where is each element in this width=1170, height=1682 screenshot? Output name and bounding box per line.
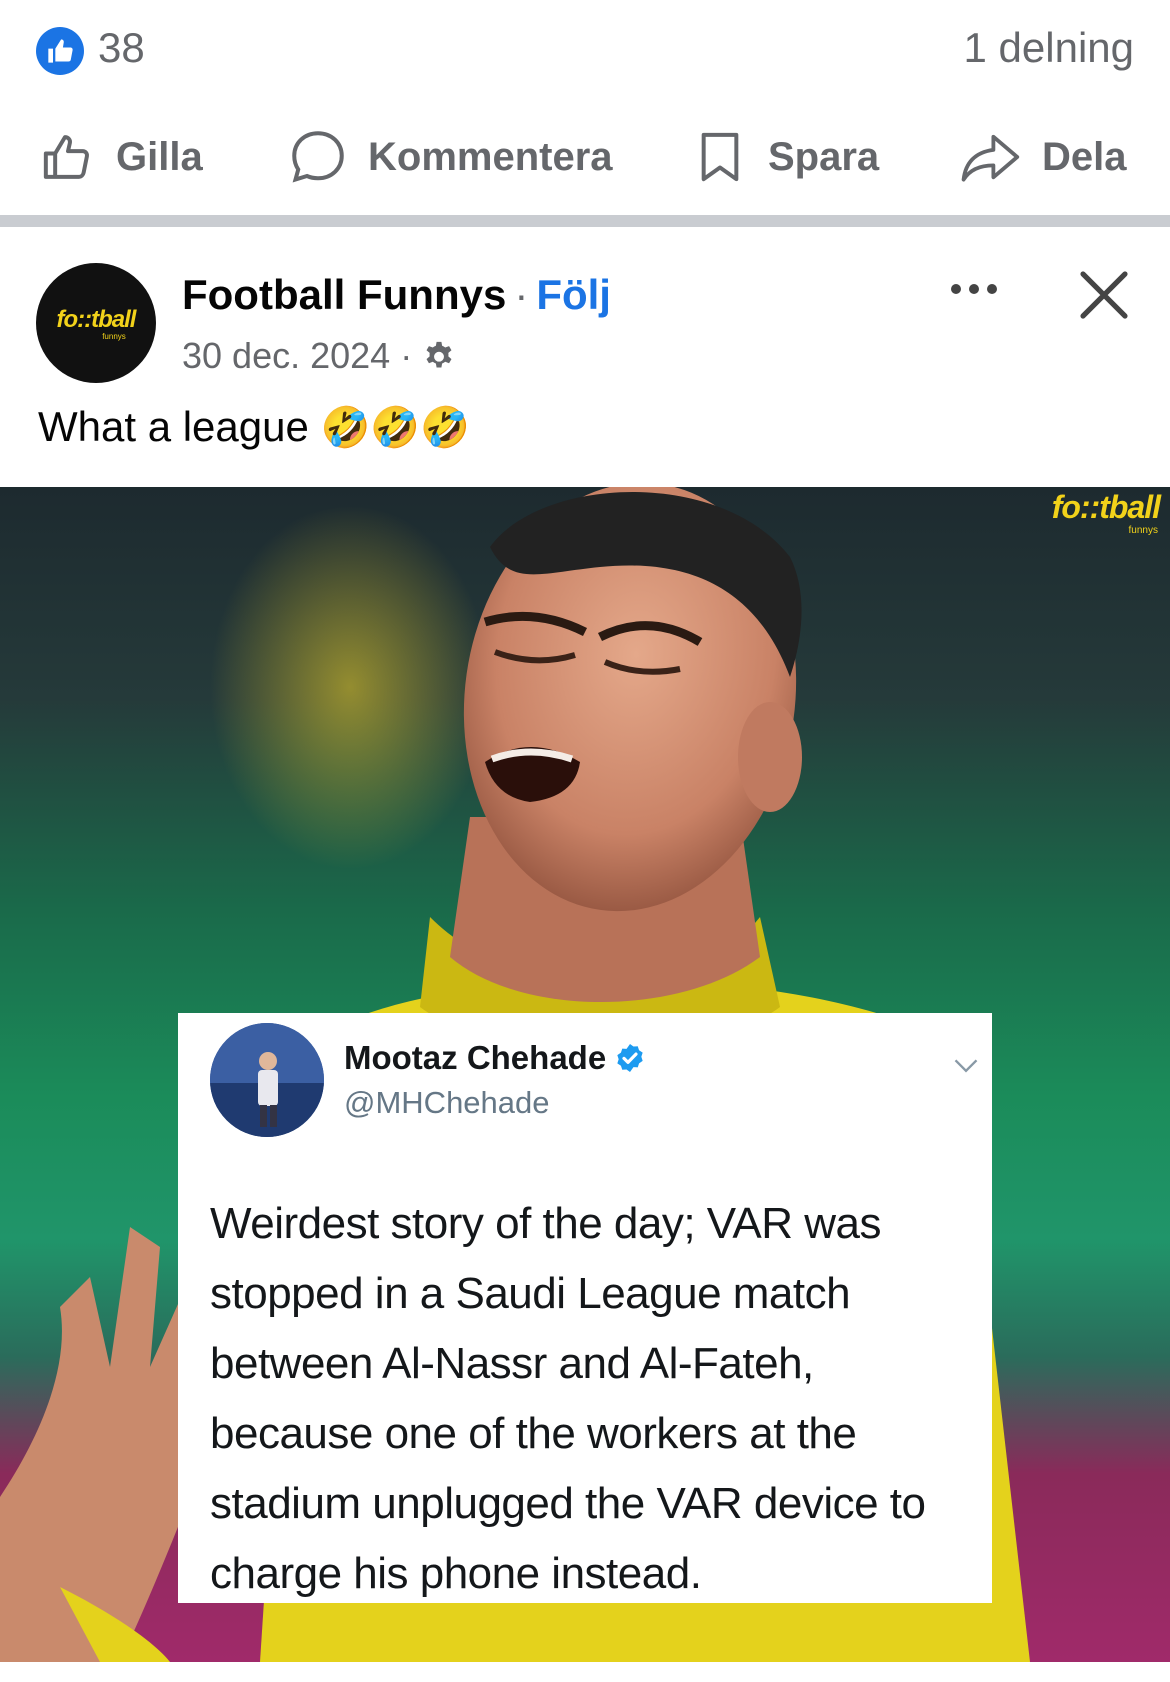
comment-button[interactable]: Kommentera <box>288 122 613 192</box>
tweet-handle: @MHChehade <box>344 1085 550 1120</box>
tweet-card: Mootaz Chehade @MHChehade Weirdest story… <box>178 1013 992 1603</box>
chevron-down-icon <box>954 1059 978 1073</box>
more-dot-icon <box>987 284 997 294</box>
post-meta: 30 dec. 2024 · <box>182 335 456 377</box>
page-name[interactable]: Football Funnys <box>182 271 506 318</box>
photo-watermark: fo::tball <box>1051 489 1161 525</box>
avatar-logo-subtext: funnys <box>102 331 126 341</box>
share-label: Dela <box>1042 134 1127 179</box>
caption-text: What a league <box>38 403 309 450</box>
follow-button[interactable]: Följ <box>536 271 611 318</box>
avatar-logo-text: fo::tball <box>56 305 137 333</box>
verified-badge-icon <box>617 1044 643 1072</box>
like-button[interactable]: Gilla <box>40 122 203 192</box>
bookmark-icon <box>701 132 739 182</box>
feed-divider <box>0 215 1170 227</box>
page-avatar[interactable]: fo::tball funnys <box>36 263 156 383</box>
more-dot-icon <box>951 284 961 294</box>
name-separator: · <box>514 271 529 318</box>
close-icon[interactable] <box>1076 267 1132 323</box>
date-separator: · <box>400 335 413 376</box>
save-button[interactable]: Spara <box>692 122 879 192</box>
tweet-avatar-photo <box>210 1023 324 1137</box>
more-dot-icon <box>969 284 979 294</box>
like-count[interactable]: 38 <box>98 24 145 72</box>
comment-label: Kommentera <box>368 134 613 179</box>
save-label: Spara <box>768 134 880 179</box>
tweet-author-line: Mootaz Chehade <box>344 1039 646 1077</box>
more-options-button[interactable] <box>944 269 1004 309</box>
page-name-line: Football Funnys · Följ <box>182 271 611 319</box>
post-caption: What a league 🤣🤣🤣 <box>38 403 470 451</box>
reactions-summary: 38 1 delning <box>0 0 1170 100</box>
share-button[interactable]: Dela <box>960 122 1127 192</box>
post-date[interactable]: 30 dec. 2024 <box>182 335 390 377</box>
comment-icon <box>292 131 344 183</box>
post-actions-bar: Gilla Kommentera Spara Dela <box>0 100 1170 215</box>
tweet-avatar <box>210 1023 324 1137</box>
share-count[interactable]: 1 delning <box>964 24 1134 72</box>
thumbs-up-icon <box>43 135 89 179</box>
photo-watermark-sub: funnys <box>1128 525 1158 536</box>
tweet-author-name: Mootaz Chehade <box>344 1039 607 1076</box>
like-label: Gilla <box>116 134 203 179</box>
share-icon <box>961 134 1020 182</box>
tweet-text: Weirdest story of the day; VAR was stopp… <box>210 1199 926 1598</box>
like-reaction-icon[interactable] <box>36 27 84 75</box>
gear-icon <box>426 341 452 368</box>
caption-emoji: 🤣🤣🤣 <box>320 405 470 451</box>
